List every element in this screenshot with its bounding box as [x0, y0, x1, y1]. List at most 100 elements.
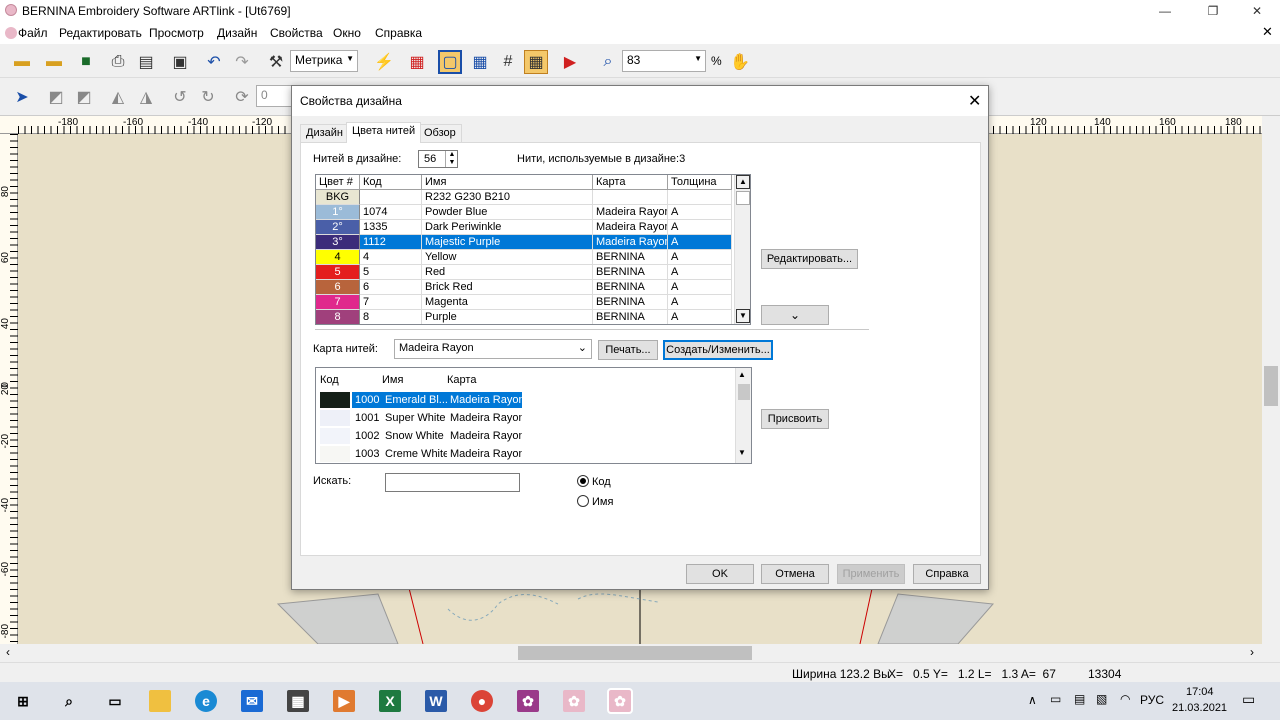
- scroll-down-icon[interactable]: ▼: [736, 309, 750, 323]
- file-explorer-icon[interactable]: [149, 690, 171, 712]
- scroll-up-icon[interactable]: ▲: [738, 370, 746, 379]
- media-player-icon[interactable]: ▶: [333, 690, 355, 712]
- scroll-up-icon[interactable]: ▲: [736, 175, 750, 189]
- fabric-icon[interactable]: ▦: [524, 50, 548, 74]
- language-indicator[interactable]: РУС: [1140, 693, 1164, 707]
- mirror-h-icon[interactable]: ◮: [134, 85, 158, 109]
- undo-icon[interactable]: ↶: [202, 50, 226, 74]
- stitch-player-icon[interactable]: ▶: [558, 50, 582, 74]
- menu-help[interactable]: Справка: [375, 26, 422, 40]
- table-scrollbar[interactable]: ▲ ▼: [734, 175, 750, 324]
- excel-icon[interactable]: X: [379, 690, 401, 712]
- network-icon[interactable]: ▭: [1050, 692, 1061, 706]
- cancel-button[interactable]: Отмена: [761, 564, 829, 584]
- create-edit-button[interactable]: Создать/Изменить...: [663, 340, 773, 360]
- thread-chart-table[interactable]: Код Имя Карта 1000 Emerald Bl... Madeira Rayo…: [315, 367, 752, 464]
- menu-properties[interactable]: Свойства: [270, 26, 323, 40]
- table-scrollbar[interactable]: ▲ ▼: [735, 368, 751, 463]
- restore-button[interactable]: ❐: [1190, 0, 1236, 22]
- chrome-icon[interactable]: ●: [471, 690, 493, 712]
- column-header[interactable]: Имя: [422, 175, 593, 190]
- rotate-free-icon[interactable]: ⟳: [230, 85, 254, 109]
- tab-overview[interactable]: Обзор: [418, 124, 462, 142]
- column-header[interactable]: Код: [360, 175, 422, 190]
- minimize-button[interactable]: —: [1142, 0, 1188, 22]
- print-icon[interactable]: ⎙: [106, 50, 130, 74]
- tray-icon[interactable]: ▤: [1074, 692, 1085, 706]
- scroll-thumb[interactable]: [736, 191, 750, 205]
- search-icon[interactable]: ⌕: [58, 690, 80, 712]
- angle-input[interactable]: 0: [256, 85, 292, 107]
- ok-button[interactable]: OK: [686, 564, 754, 584]
- column-header[interactable]: Толщина: [668, 175, 732, 190]
- table-row[interactable]: 3° 1112 Majestic Purple Madeira Rayon A: [316, 235, 736, 250]
- table-row[interactable]: 1003 Creme White Madeira Rayon: [316, 446, 736, 462]
- scroll-down-icon[interactable]: ▼: [738, 448, 746, 457]
- units-select[interactable]: Метрика ▼: [290, 50, 358, 72]
- open-folder-icon[interactable]: ▬: [10, 50, 34, 74]
- grid-icon[interactable]: ▦: [468, 50, 492, 74]
- edit-button[interactable]: Редактировать...: [761, 249, 858, 269]
- thread-color-table[interactable]: Цвет # Код Имя Карта Толщина BKG R232 G230 B21…: [315, 174, 751, 325]
- table-row[interactable]: 1002 Snow White Madeira Rayon: [316, 428, 736, 444]
- tab-thread-colors[interactable]: Цвета нитей: [346, 122, 422, 143]
- search-input[interactable]: [385, 473, 520, 492]
- redo-icon[interactable]: ↷: [230, 50, 254, 74]
- task-view-icon[interactable]: ▭: [104, 690, 126, 712]
- wifi-icon[interactable]: ◠: [1120, 692, 1130, 706]
- clock-time[interactable]: 17:04: [1186, 686, 1214, 698]
- scroll-left-icon[interactable]: ‹: [6, 645, 10, 659]
- clock-date[interactable]: 21.03.2021: [1172, 702, 1227, 714]
- search-by-name-radio[interactable]: [577, 495, 589, 507]
- menu-window[interactable]: Окно: [333, 26, 361, 40]
- hash-icon[interactable]: #: [496, 50, 520, 74]
- word-icon[interactable]: W: [425, 690, 447, 712]
- app-icon[interactable]: ✿: [517, 690, 539, 712]
- column-header[interactable]: Цвет #: [316, 175, 360, 190]
- bernina-active-icon[interactable]: ✿: [607, 688, 633, 714]
- bernina-icon[interactable]: ✿: [563, 690, 585, 712]
- thread-chart-select[interactable]: Madeira Rayon ⌄: [394, 339, 592, 359]
- search-by-code-radio[interactable]: [577, 475, 589, 487]
- help-button[interactable]: Справка: [913, 564, 981, 584]
- edge-icon[interactable]: e: [195, 690, 217, 712]
- zoom-icon[interactable]: ⌕: [596, 50, 620, 74]
- machine-icon[interactable]: ▣: [168, 50, 192, 74]
- stitch-icon[interactable]: ⚡: [372, 50, 396, 74]
- print-preview-icon[interactable]: ▤: [134, 50, 158, 74]
- windows-start-icon[interactable]: ⊞: [12, 690, 34, 712]
- mail-icon[interactable]: ✉: [241, 690, 263, 712]
- tray-chevron-icon[interactable]: ∧: [1028, 693, 1037, 707]
- table-row[interactable]: 8 8 Purple BERNINA A: [316, 310, 736, 324]
- horizontal-scrollbar[interactable]: ‹ ›: [0, 644, 1280, 662]
- print-button[interactable]: Печать...: [598, 340, 658, 360]
- open-browse-icon[interactable]: ▬: [42, 50, 66, 74]
- assign-button[interactable]: Присвоить: [761, 409, 829, 429]
- table-row[interactable]: 1° 1074 Powder Blue Madeira Rayon A: [316, 205, 736, 220]
- menu-view[interactable]: Просмотр: [149, 26, 204, 40]
- expand-chevron-button[interactable]: ⌄: [761, 305, 829, 325]
- table-row[interactable]: 1001 Super White Madeira Rayon: [316, 410, 736, 426]
- scale-icon[interactable]: ◩: [72, 85, 96, 109]
- store-icon[interactable]: ▦: [287, 690, 309, 712]
- rotate-right-icon[interactable]: ↻: [196, 85, 220, 109]
- tray-icon[interactable]: ▧: [1096, 692, 1107, 706]
- mdi-close-icon[interactable]: ✕: [1262, 24, 1273, 40]
- column-header[interactable]: Карта: [593, 175, 668, 190]
- select-arrow-icon[interactable]: ➤: [10, 85, 34, 109]
- threads-count-spinner[interactable]: 56 ▲ ▼: [418, 150, 458, 168]
- apply-button[interactable]: Применить: [837, 564, 905, 584]
- column-header[interactable]: Карта: [447, 374, 476, 386]
- resize-icon[interactable]: ◩: [44, 85, 68, 109]
- close-button[interactable]: ✕: [1234, 0, 1280, 22]
- table-row[interactable]: 5 5 Red BERNINA A: [316, 265, 736, 280]
- spinner-arrows-icon[interactable]: ▲ ▼: [445, 151, 458, 167]
- scroll-thumb[interactable]: [1264, 366, 1278, 406]
- scroll-right-icon[interactable]: ›: [1250, 645, 1254, 659]
- column-header[interactable]: Код: [320, 374, 339, 386]
- doc-icon[interactable]: [5, 27, 17, 39]
- scroll-thumb[interactable]: [738, 384, 750, 400]
- table-row[interactable]: 6 6 Brick Red BERNINA A: [316, 280, 736, 295]
- table-row[interactable]: BKG R232 G230 B210: [316, 190, 736, 205]
- mirror-v-icon[interactable]: ◭: [106, 85, 130, 109]
